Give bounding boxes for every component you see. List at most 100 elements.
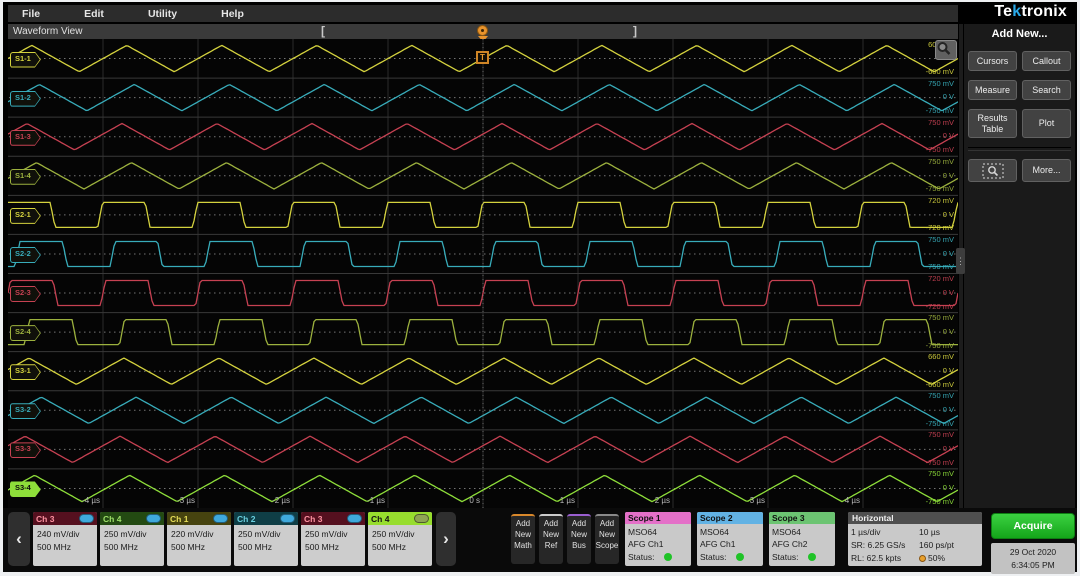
sidebar-button-cursors[interactable]: Cursors	[968, 51, 1017, 71]
channel-scale: 240 mV/div	[37, 528, 93, 541]
zoom-bracket-right[interactable]: ]	[633, 24, 637, 38]
scale-top-S2-3: 720 mV	[928, 275, 954, 283]
scale-top-S1-3: 750 mV	[928, 119, 954, 127]
channel-card-4[interactable]: Ch 2250 mV/div500 MHz	[234, 512, 298, 566]
scale-bottom-S1-2: -750 mV	[926, 107, 954, 115]
scale-bottom-S3-4: -750 mV	[926, 498, 954, 506]
scale-top-S1-2: 750 mV	[928, 80, 954, 88]
time-tick--1-s: -1 µs	[367, 496, 385, 505]
channel-label-S3-2[interactable]: S3-2	[10, 403, 41, 419]
menu-item-utility[interactable]: Utility	[148, 8, 177, 20]
channel-label-S1-1[interactable]: S1-1	[10, 52, 41, 68]
scope-panel-body: MSO64AFG Ch2Status:	[769, 524, 835, 565]
channel-label-S1-4[interactable]: S1-4	[10, 169, 41, 185]
add-new-bus-button[interactable]: AddNewBus	[567, 514, 591, 564]
channel-bandwidth: 500 MHz	[104, 541, 160, 554]
scale-labels-S2-1: 720 mV0 V-720 mV	[926, 197, 954, 232]
date-label: 29 Oct 2020	[1010, 546, 1056, 558]
channel-card-body: 240 mV/div500 MHz	[33, 525, 97, 557]
bottom-bar: ‹ Ch 3240 mV/div500 MHzCh 4250 mV/div500…	[3, 508, 1077, 572]
zoom-area-icon	[982, 163, 1004, 179]
scale-top-S1-4: 750 mV	[928, 158, 954, 166]
sidebar-button-search[interactable]: Search	[1022, 80, 1071, 100]
horizontal-panel[interactable]: Horizontal 1 µs/divSR: 6.25 GS/sRL: 62.5…	[848, 512, 982, 566]
channel-scale: 250 mV/div	[372, 528, 428, 541]
channel-card-2[interactable]: Ch 4250 mV/div500 MHz	[100, 512, 164, 566]
scope-model: MSO64	[700, 526, 760, 538]
channel-label-S2-4[interactable]: S2-4	[10, 325, 41, 341]
channel-label-S2-1[interactable]: S2-1	[10, 208, 41, 224]
scale-labels-S1-2: 750 mV0 V-750 mV	[926, 80, 954, 115]
channel-card-body: 220 mV/div500 MHz	[167, 525, 231, 557]
add-new-scope-button[interactable]: AddNewScope	[595, 514, 619, 564]
scope-model: MSO64	[772, 526, 832, 538]
zoom-bracket-left[interactable]: [	[321, 24, 325, 38]
channel-card-header: Ch 1	[167, 512, 231, 525]
channel-card-6[interactable]: Ch 4250 mV/div500 MHz	[368, 512, 432, 566]
channel-label-S1-3[interactable]: S1-3	[10, 130, 41, 146]
channel-card-3[interactable]: Ch 1220 mV/div500 MHz	[167, 512, 231, 566]
scope-model: MSO64	[628, 526, 688, 538]
add-new-ref-button[interactable]: AddNewRef	[539, 514, 563, 564]
channel-label-S1-2[interactable]: S1-2	[10, 91, 41, 107]
scale-labels-S1-3: 750 mV0 V-750 mV	[926, 119, 954, 154]
channel-card-5[interactable]: Ch 3250 mV/div500 MHz	[301, 512, 365, 566]
channel-label-text-S3-1: S3-1	[11, 365, 40, 379]
channel-bandwidth: 500 MHz	[171, 541, 227, 554]
scale-labels-S3-4: 750 mV0 V-750 mV	[926, 470, 954, 505]
add-new-line: New	[595, 530, 619, 541]
menu-bar: File Edit Utility Help	[8, 5, 958, 22]
channel-card-body: 250 mV/div500 MHz	[100, 525, 164, 557]
add-new-line: New	[539, 530, 563, 541]
channel-card-1[interactable]: Ch 3240 mV/div500 MHz	[33, 512, 97, 566]
graticule: T -4 µs-3 µs-2 µs-1 µs0 s1 µs2 µs3 µs4 µ…	[8, 39, 958, 508]
channel-card-header: Ch 4	[100, 512, 164, 525]
logo-te: Te	[994, 3, 1012, 20]
scope-panel-body: MSO64AFG Ch1Status:	[697, 524, 763, 565]
sidebar-button-callout[interactable]: Callout	[1022, 51, 1071, 71]
scope-badge-icon	[146, 514, 161, 523]
more-button[interactable]: More...	[1022, 159, 1071, 182]
channel-scale: 220 mV/div	[171, 528, 227, 541]
scale-bottom-S2-3: -720 mV	[926, 303, 954, 311]
scroll-right-button[interactable]: ›	[436, 512, 456, 566]
add-new-title: Add New...	[964, 28, 1075, 40]
channel-label-S2-3[interactable]: S2-3	[10, 286, 41, 302]
sidebar-button-measure[interactable]: Measure	[968, 80, 1017, 100]
scale-labels-S1-4: 750 mV0 V-750 mV	[926, 158, 954, 193]
splitter-handle[interactable]: ⋮	[956, 248, 965, 274]
channel-label-S3-4[interactable]: S3-4	[10, 481, 41, 497]
channel-label-S3-1[interactable]: S3-1	[10, 364, 41, 380]
horizontal-left-column: 1 µs/divSR: 6.25 GS/sRL: 62.5 kpts	[851, 526, 919, 564]
channel-label-text-S2-1: S2-1	[11, 209, 40, 223]
zoom-overview-button[interactable]	[935, 40, 957, 60]
acquire-button[interactable]: Acquire	[991, 513, 1075, 539]
channel-bandwidth: 500 MHz	[372, 541, 428, 554]
trigger-marker[interactable]: T	[476, 51, 489, 64]
channel-label-S2-2[interactable]: S2-2	[10, 247, 41, 263]
scope-panel-2[interactable]: Scope 2MSO64AFG Ch1Status:	[697, 512, 763, 566]
scale-top-S3-1: 660 mV	[928, 353, 954, 361]
sidebar-button-results-table[interactable]: Results Table	[968, 109, 1017, 138]
scale-mid-S3-1: 0 V	[943, 367, 954, 375]
menu-item-help[interactable]: Help	[221, 8, 244, 20]
sidebar-button-plot[interactable]: Plot	[1022, 109, 1071, 138]
scale-labels-S3-1: 660 mV 0 V -660 mV	[926, 353, 954, 388]
scale-bottom-S1-4: -750 mV	[926, 185, 954, 193]
scope-panel-1[interactable]: Scope 1MSO64AFG Ch1Status:	[625, 512, 691, 566]
channel-card-body: 250 mV/div500 MHz	[368, 525, 432, 557]
graticule-svg: -4 µs-3 µs-2 µs-1 µs0 s1 µs2 µs3 µs4 µs	[8, 39, 958, 508]
trigger-position-icon[interactable]	[477, 25, 488, 36]
add-new-math-button[interactable]: AddNewMath	[511, 514, 535, 564]
scope-panel-3[interactable]: Scope 3MSO64AFG Ch2Status:	[769, 512, 835, 566]
scale-bottom-S3-1: -660 mV	[926, 381, 954, 389]
channel-label-S3-3[interactable]: S3-3	[10, 442, 41, 458]
channel-scale: 250 mV/div	[238, 528, 294, 541]
scale-mid-S3-4: 0 V	[943, 484, 954, 492]
menu-item-file[interactable]: File	[22, 8, 40, 20]
menu-item-edit[interactable]: Edit	[84, 8, 104, 20]
scope-status-label: Status:	[700, 551, 726, 563]
scope-badge-icon	[347, 514, 362, 523]
zoom-mode-button[interactable]	[968, 159, 1017, 182]
scroll-left-button[interactable]: ‹	[8, 512, 30, 566]
